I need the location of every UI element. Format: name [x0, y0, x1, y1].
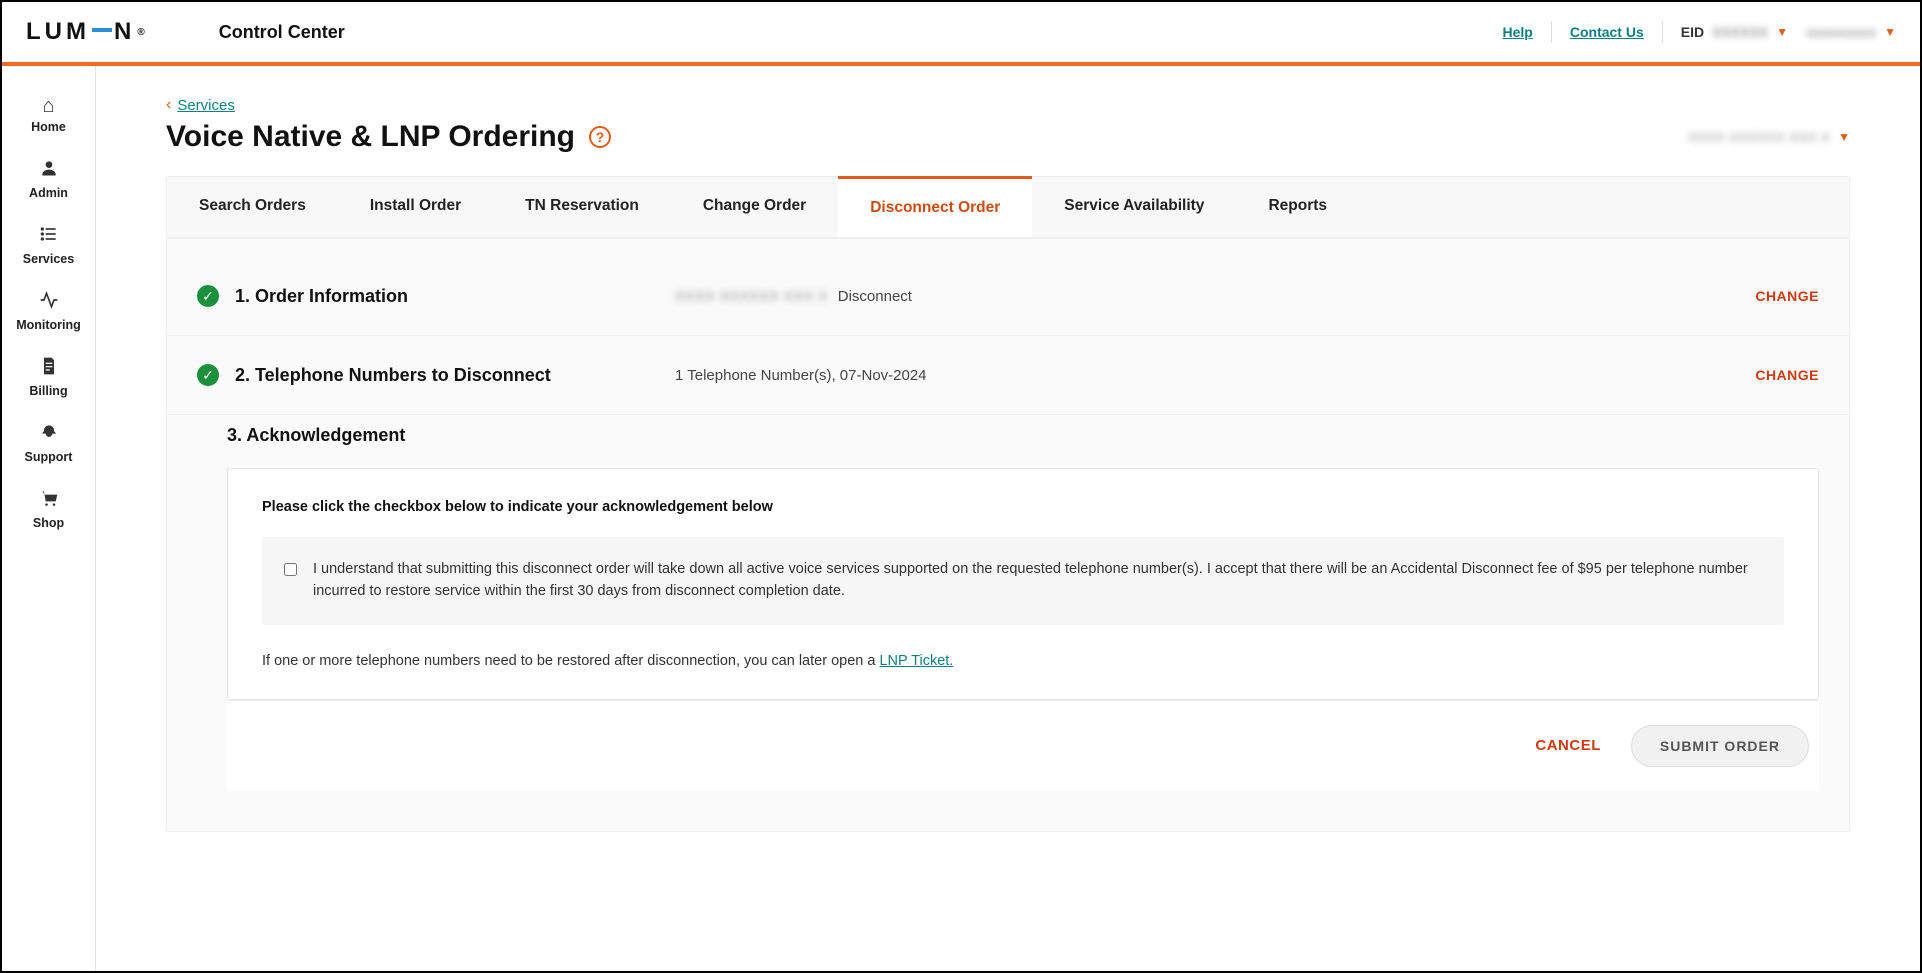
ack-checkbox[interactable]: [284, 561, 297, 578]
sidebar-item-shop[interactable]: Shop: [2, 476, 95, 542]
check-icon: ✓: [197, 364, 219, 386]
check-icon: ✓: [197, 285, 219, 307]
activity-icon: [39, 290, 59, 314]
help-link[interactable]: Help: [1503, 24, 1533, 40]
chevron-down-icon: ▼: [1884, 25, 1896, 39]
tab-search-orders[interactable]: Search Orders: [167, 177, 338, 237]
eid-value: XXXXXX: [1712, 24, 1768, 40]
topbar: LUM N® Control Center Help Contact Us EID…: [2, 2, 1920, 66]
sidebar-item-label: Support: [25, 450, 73, 464]
action-bar: CANCEL SUBMIT ORDER: [227, 700, 1819, 791]
steps-container: ✓ 1. Order Information XXXX XXXXXX XXX X…: [166, 238, 1850, 832]
sidebar-item-label: Home: [31, 120, 66, 134]
sidebar-item-label: Monitoring: [16, 318, 81, 332]
sidebar-item-billing[interactable]: Billing: [2, 344, 95, 410]
step-order-information: ✓ 1. Order Information XXXX XXXXXX XXX X…: [167, 257, 1849, 336]
step-acknowledgement: 3. Acknowledgement Please click the chec…: [167, 415, 1849, 791]
divider: [1551, 21, 1552, 43]
main-content: ‹ Services Voice Native & LNP Ordering ?…: [96, 66, 1920, 971]
tab-disconnect-order[interactable]: Disconnect Order: [838, 176, 1032, 237]
brand-bar-icon: [92, 28, 112, 32]
step-meta: XXXX XXXXXX XXX X Disconnect: [675, 288, 912, 305]
page-head: Voice Native & LNP Ordering ? XXXX XXXXX…: [166, 120, 1850, 154]
brand-suffix: N: [114, 18, 135, 46]
user-icon: [39, 158, 59, 182]
sidebar-item-label: Admin: [29, 186, 68, 200]
change-tn-link[interactable]: CHANGE: [1755, 367, 1819, 383]
tab-change-order[interactable]: Change Order: [671, 177, 838, 237]
step-title: 1. Order Information: [235, 286, 675, 307]
sidebar: ⌂ Home Admin Services Monitoring Billi: [2, 66, 96, 971]
registered-mark: ®: [137, 27, 148, 38]
tab-reports[interactable]: Reports: [1236, 177, 1359, 237]
brand-logo: LUM N®: [26, 18, 149, 46]
context-value: XXXX XXXXXX XXX X: [1688, 129, 1830, 145]
ack-instruction: Please click the checkbox below to indic…: [262, 499, 1784, 515]
home-icon: ⌂: [42, 96, 54, 116]
acknowledgement-box: Please click the checkbox below to indic…: [227, 468, 1819, 700]
chevron-left-icon: ‹: [166, 96, 171, 114]
cancel-button[interactable]: CANCEL: [1535, 737, 1601, 754]
sidebar-item-label: Services: [23, 252, 74, 266]
cart-icon: [39, 488, 59, 512]
sidebar-item-monitoring[interactable]: Monitoring: [2, 278, 95, 344]
chevron-down-icon: ▼: [1838, 130, 1850, 144]
tab-tn-reservation[interactable]: TN Reservation: [493, 177, 671, 237]
chevron-down-icon: ▼: [1776, 25, 1788, 39]
sidebar-item-services[interactable]: Services: [2, 212, 95, 278]
ack-note: If one or more telephone numbers need to…: [262, 653, 1784, 669]
sidebar-item-admin[interactable]: Admin: [2, 146, 95, 212]
page-title: Voice Native & LNP Ordering: [166, 120, 575, 154]
step-meta: 1 Telephone Number(s), 07-Nov-2024: [675, 367, 927, 384]
step-title: 3. Acknowledgement: [227, 425, 1819, 446]
step-meta-blurred: XXXX XXXXXX XXX X: [675, 288, 828, 305]
eid-dropdown[interactable]: EID XXXXXX ▼: [1681, 24, 1788, 40]
sidebar-item-home[interactable]: ⌂ Home: [2, 84, 95, 146]
divider: [1662, 21, 1663, 43]
support-icon: [39, 422, 59, 446]
ack-checkbox-row: I understand that submitting this discon…: [262, 537, 1784, 625]
eid-label: EID: [1681, 24, 1704, 40]
sidebar-item-label: Billing: [29, 384, 67, 398]
user-value: xxxxxxxxx: [1806, 24, 1876, 40]
app-title: Control Center: [219, 22, 345, 43]
help-icon[interactable]: ?: [589, 126, 611, 148]
sidebar-item-support[interactable]: Support: [2, 410, 95, 476]
submit-order-button[interactable]: SUBMIT ORDER: [1631, 725, 1809, 767]
breadcrumb-services-link[interactable]: Services: [177, 97, 235, 114]
step-title: 2. Telephone Numbers to Disconnect: [235, 365, 675, 386]
context-dropdown[interactable]: XXXX XXXXXX XXX X ▼: [1688, 129, 1850, 145]
tabs: Search Orders Install Order TN Reservati…: [166, 176, 1850, 238]
contact-link[interactable]: Contact Us: [1570, 24, 1644, 40]
lnp-ticket-link[interactable]: LNP Ticket.: [879, 653, 953, 669]
topbar-right: Help Contact Us EID XXXXXX ▼ xxxxxxxxx ▼: [1503, 21, 1896, 43]
list-icon: [39, 224, 59, 248]
breadcrumb: ‹ Services: [166, 96, 1850, 114]
ack-text: I understand that submitting this discon…: [313, 559, 1762, 603]
change-order-info-link[interactable]: CHANGE: [1755, 288, 1819, 304]
ack-note-prefix: If one or more telephone numbers need to…: [262, 653, 879, 669]
user-dropdown[interactable]: xxxxxxxxx ▼: [1806, 24, 1896, 40]
tab-service-availability[interactable]: Service Availability: [1032, 177, 1236, 237]
invoice-icon: [39, 356, 59, 380]
sidebar-item-label: Shop: [33, 516, 64, 530]
step-meta-suffix: Disconnect: [838, 288, 912, 305]
step-telephone-numbers: ✓ 2. Telephone Numbers to Disconnect 1 T…: [167, 336, 1849, 415]
tab-install-order[interactable]: Install Order: [338, 177, 493, 237]
brand-prefix: LUM: [26, 18, 90, 46]
